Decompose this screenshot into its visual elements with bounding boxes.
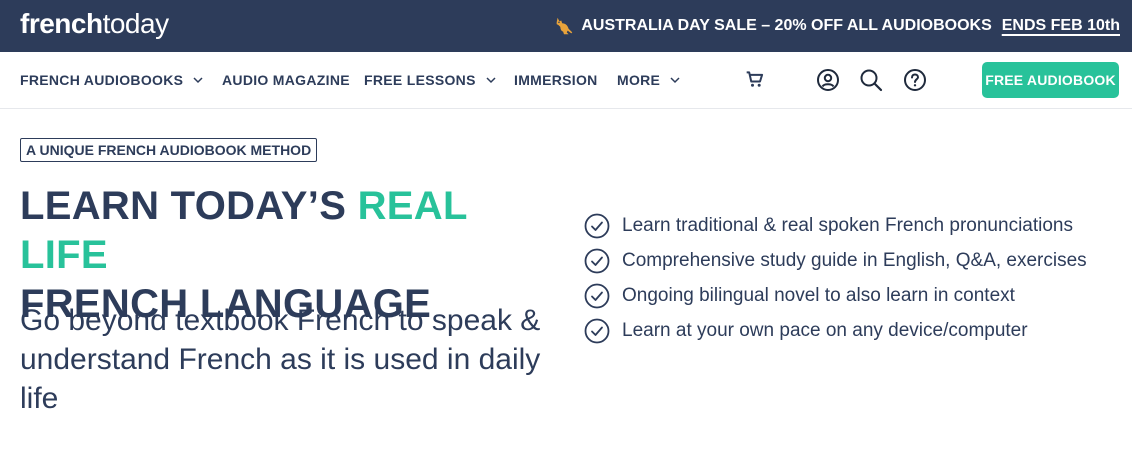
benefit-item: Learn at your own pace on any device/com… bbox=[584, 313, 1087, 348]
nav-item-label: AUDIO MAGAZINE bbox=[222, 72, 350, 88]
search-icon[interactable] bbox=[859, 68, 883, 92]
check-circle-icon bbox=[584, 283, 610, 308]
logo-bold-text: french bbox=[20, 8, 103, 39]
chevron-down-icon bbox=[670, 77, 680, 84]
benefit-item: Comprehensive study guide in English, Q&… bbox=[584, 243, 1087, 278]
free-audiobook-button[interactable]: FREE AUDIOBOOK bbox=[982, 62, 1119, 98]
benefit-item: Learn traditional & real spoken French p… bbox=[584, 208, 1087, 243]
benefit-text: Learn traditional & real spoken French p… bbox=[622, 214, 1073, 236]
nav-item-immersion[interactable]: IMMERSION bbox=[514, 72, 598, 88]
logo-light-text: today bbox=[102, 8, 170, 39]
benefits-list: Learn traditional & real spoken French p… bbox=[584, 208, 1087, 348]
top-banner: frenchtoday AUSTRALIA DAY SALE – 20% OFF… bbox=[0, 0, 1132, 52]
chevron-down-icon bbox=[486, 77, 496, 84]
help-icon[interactable] bbox=[903, 68, 927, 92]
benefit-item: Ongoing bilingual novel to also learn in… bbox=[584, 278, 1087, 313]
promo-ends-link[interactable]: ENDS FEB 10th bbox=[1002, 17, 1120, 35]
nav-item-label: IMMERSION bbox=[514, 72, 598, 88]
cart-icon[interactable] bbox=[745, 69, 765, 89]
nav-item-audio-magazine[interactable]: AUDIO MAGAZINE bbox=[222, 72, 350, 88]
nav-item-french-audiobooks[interactable]: FRENCH AUDIOBOOKS bbox=[20, 72, 203, 88]
nav-item-label: FREE LESSONS bbox=[364, 72, 476, 88]
benefit-text: Ongoing bilingual novel to also learn in… bbox=[622, 284, 1015, 306]
promo-text: AUSTRALIA DAY SALE – 20% OFF ALL AUDIOBO… bbox=[581, 17, 992, 34]
nav-item-label: FRENCH AUDIOBOOKS bbox=[20, 72, 184, 88]
frenchtoday-logo[interactable]: frenchtoday bbox=[20, 8, 169, 40]
main-navigation: FRENCH AUDIOBOOKS AUDIO MAGAZINE FREE LE… bbox=[0, 52, 1132, 109]
nav-item-free-lessons[interactable]: FREE LESSONS bbox=[364, 72, 496, 88]
benefit-text: Learn at your own pace on any device/com… bbox=[622, 319, 1028, 341]
method-badge: A UNIQUE FRENCH AUDIOBOOK METHOD bbox=[20, 138, 318, 162]
check-circle-icon bbox=[584, 318, 610, 343]
subheadline: Go beyond textbook French to speak & und… bbox=[20, 304, 541, 415]
kangaroo-icon bbox=[556, 17, 573, 35]
benefit-text: Comprehensive study guide in English, Q&… bbox=[622, 249, 1087, 271]
check-circle-icon bbox=[584, 213, 610, 238]
nav-item-more[interactable]: MORE bbox=[617, 72, 680, 88]
promo-banner[interactable]: AUSTRALIA DAY SALE – 20% OFF ALL AUDIOBO… bbox=[553, 14, 1120, 38]
account-icon[interactable] bbox=[816, 68, 840, 92]
check-circle-icon bbox=[584, 248, 610, 273]
nav-item-label: MORE bbox=[617, 72, 661, 88]
chevron-down-icon bbox=[193, 77, 203, 84]
headline-part1: LEARN TODAY’S bbox=[20, 184, 358, 228]
